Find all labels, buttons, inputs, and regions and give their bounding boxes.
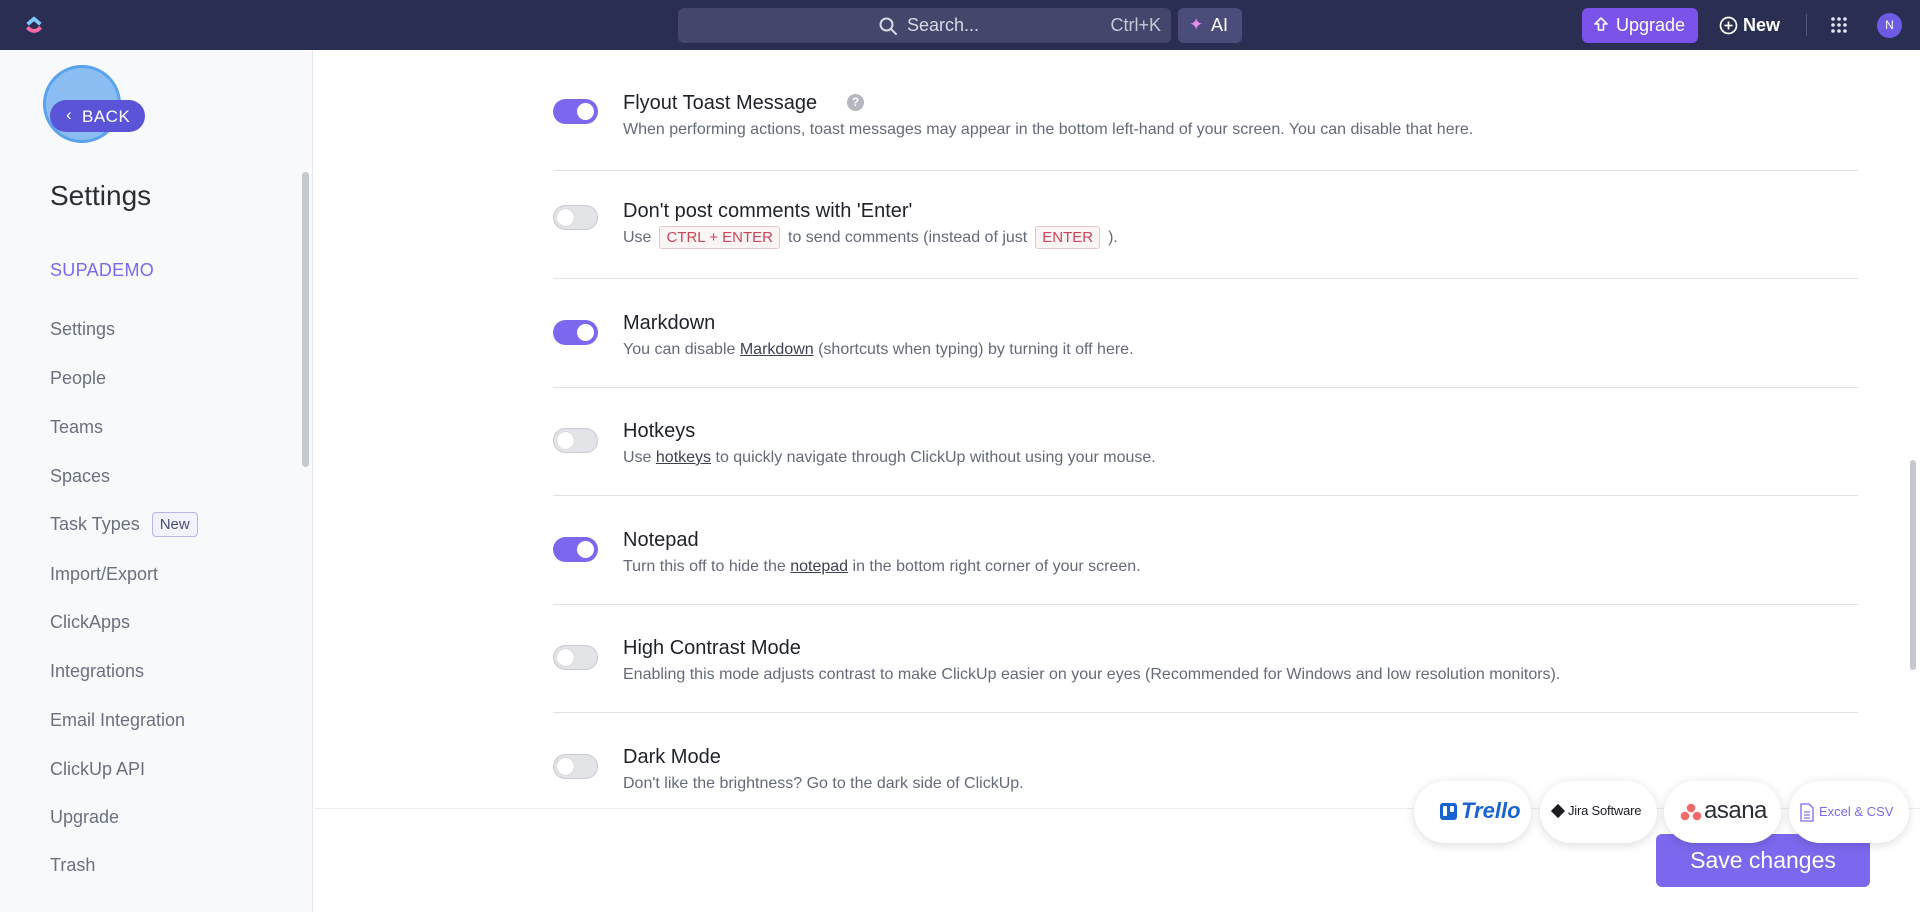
dark-mode-toggle[interactable] <box>553 754 598 779</box>
new-button[interactable]: New <box>1716 8 1786 43</box>
setting-description: You can disable Markdown (shortcuts when… <box>623 341 1134 358</box>
setting-description: Turn this off to hide the notepad in the… <box>623 558 1141 575</box>
hotkeys-link[interactable]: hotkeys <box>656 449 711 466</box>
import-asana-button[interactable]: asana <box>1664 781 1781 843</box>
setting-title: Flyout Toast Message <box>623 92 818 114</box>
upgrade-button[interactable]: Upgrade <box>1582 8 1698 43</box>
sidebar-item-integrations[interactable]: Integrations <box>50 661 144 682</box>
setting-high-contrast: High Contrast Mode Enabling this mode ad… <box>553 637 1858 713</box>
search-placeholder: Search... <box>907 15 980 35</box>
setting-description: Use CTRL + ENTER to send comments (instead… <box>623 226 1118 249</box>
asana-label: asana <box>1704 797 1767 824</box>
settings-sidebar: ‹ BACK Settings SUPADEMO Settings People… <box>0 50 313 912</box>
notepad-toggle[interactable] <box>553 537 598 562</box>
setting-dark-mode: Dark Mode Don't like the brightness? Go … <box>553 746 1858 806</box>
setting-description: When performing actions, toast messages … <box>623 121 1474 138</box>
new-label: New <box>1743 15 1781 35</box>
trello-label: Trello <box>1461 798 1521 823</box>
page-title: Settings <box>50 180 152 211</box>
sidebar-item-import-export[interactable]: Import/Export <box>50 564 158 585</box>
excel-csv-label: Excel & CSV <box>1819 804 1894 819</box>
kbd-enter: ENTER <box>1035 226 1101 249</box>
top-bar: Search... Ctrl+K ✦ AI Upgrade New N <box>0 0 1920 50</box>
sidebar-item-clickup-api[interactable]: ClickUp API <box>50 759 145 780</box>
search-icon <box>879 17 897 35</box>
new-badge: New <box>151 512 198 537</box>
setting-description: Enabling this mode adjusts contrast to m… <box>623 666 1561 683</box>
setting-title: Don't post comments with 'Enter' <box>623 200 913 222</box>
sidebar-item-settings[interactable]: Settings <box>50 319 115 340</box>
sidebar-item-upgrade[interactable]: Upgrade <box>50 807 119 828</box>
import-jira-button[interactable]: Jira Software <box>1540 781 1657 843</box>
avatar[interactable]: N <box>1877 13 1902 38</box>
setting-title: Notepad <box>623 529 699 551</box>
setting-title: Hotkeys <box>623 420 696 442</box>
setting-flyout-toast: Flyout Toast Message ? When performing a… <box>553 92 1858 171</box>
sidebar-item-trash[interactable]: Trash <box>50 855 95 876</box>
asana-logo-icon <box>1680 803 1702 821</box>
setting-enter-comments: Don't post comments with 'Enter' Use CTRL… <box>553 200 1858 279</box>
sidebar-scrollbar[interactable] <box>302 172 309 467</box>
chevron-left-icon: ‹ <box>66 105 72 124</box>
setting-notepad: Notepad Turn this off to hide the notepa… <box>553 529 1858 605</box>
content-scrollbar[interactable] <box>1910 460 1916 670</box>
enter-comments-toggle[interactable] <box>553 205 598 230</box>
settings-content: Flyout Toast Message ? When performing a… <box>314 50 1920 808</box>
help-icon[interactable]: ? <box>847 94 864 111</box>
sidebar-item-teams[interactable]: Teams <box>50 417 103 438</box>
sidebar-item-people[interactable]: People <box>50 368 106 389</box>
jira-logo-icon <box>1550 803 1566 819</box>
trello-logo-icon <box>1440 803 1457 820</box>
setting-hotkeys: Hotkeys Use hotkeys to quickly navigate … <box>553 420 1858 496</box>
sidebar-item-clickapps[interactable]: ClickApps <box>50 612 130 633</box>
search-bar[interactable]: Search... Ctrl+K <box>678 8 1171 43</box>
topbar-divider <box>1806 14 1807 36</box>
ai-button[interactable]: ✦ AI <box>1178 8 1242 43</box>
sidebar-item-task-types[interactable]: Task Types New <box>50 512 198 537</box>
plus-circle-icon <box>1719 16 1738 35</box>
setting-description: Use hotkeys to quickly navigate through … <box>623 449 1156 466</box>
setting-title: High Contrast Mode <box>623 637 801 659</box>
upgrade-icon <box>1594 17 1608 31</box>
kbd-ctrl-enter: CTRL + ENTER <box>659 226 780 249</box>
search-shortcut: Ctrl+K <box>1110 15 1161 35</box>
back-label: BACK <box>82 107 131 126</box>
markdown-link[interactable]: Markdown <box>740 341 814 358</box>
jira-label: Jira Software <box>1568 803 1642 818</box>
notepad-link[interactable]: notepad <box>790 558 848 575</box>
apps-grid-icon[interactable] <box>1830 16 1848 34</box>
sparkle-icon: ✦ <box>1189 15 1204 34</box>
sidebar-item-spaces[interactable]: Spaces <box>50 466 110 487</box>
setting-title: Markdown <box>623 312 716 334</box>
sidebar-item-email-integration[interactable]: Email Integration <box>50 710 185 731</box>
upgrade-label: Upgrade <box>1616 15 1686 35</box>
back-button[interactable]: ‹ BACK <box>50 100 145 132</box>
spreadsheet-icon <box>1800 803 1814 822</box>
flyout-toast-toggle[interactable] <box>553 99 598 124</box>
high-contrast-toggle[interactable] <box>553 645 598 670</box>
setting-title: Dark Mode <box>623 746 721 768</box>
import-excel-button[interactable]: Excel & CSV <box>1789 781 1909 843</box>
setting-description: Don't like the brightness? Go to the dar… <box>623 775 1024 792</box>
setting-markdown: Markdown You can disable Markdown (short… <box>553 312 1858 388</box>
markdown-toggle[interactable] <box>553 320 598 345</box>
ai-label: AI <box>1211 15 1229 35</box>
workspace-name[interactable]: SUPADEMO <box>50 260 154 281</box>
import-trello-button[interactable]: Trello <box>1414 781 1531 843</box>
hotkeys-toggle[interactable] <box>553 428 598 453</box>
clickup-logo-icon[interactable] <box>22 13 46 37</box>
